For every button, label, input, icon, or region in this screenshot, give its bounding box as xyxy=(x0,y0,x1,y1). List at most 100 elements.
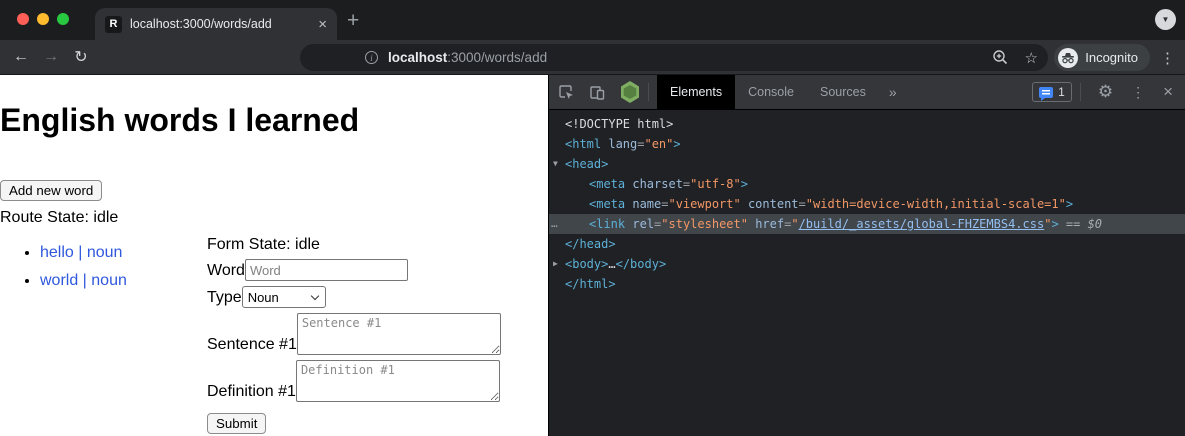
code-token: == xyxy=(1059,217,1088,231)
remix-favicon-icon: R xyxy=(105,16,122,33)
back-button[interactable]: ← xyxy=(6,48,36,66)
disclosure-arrow-icon[interactable]: ▼ xyxy=(553,154,558,174)
close-window-button[interactable] xyxy=(17,13,29,25)
code-token: /build/_assets/global-FHZEMBS4.css xyxy=(799,217,1045,231)
word-list-item: world | noun xyxy=(40,272,207,290)
code-line[interactable]: ▼ <head> xyxy=(549,154,1185,174)
code-token: = xyxy=(799,197,806,211)
code-token: content xyxy=(741,197,799,211)
device-toolbar-icon[interactable] xyxy=(589,84,606,101)
code-token: … xyxy=(608,257,615,271)
code-token: "viewport" xyxy=(668,197,740,211)
code-line[interactable]: <html lang="en"> xyxy=(549,134,1185,154)
word-list: hello | noun world | noun xyxy=(0,244,207,434)
code-token: </html> xyxy=(565,277,616,291)
tab-search-button[interactable]: ▼ xyxy=(1155,9,1176,30)
type-label: Type xyxy=(207,288,242,308)
add-word-form: Form State: idle Word Type Noun Sentence… xyxy=(207,227,501,434)
devtools-menu-icon[interactable]: ⋮ xyxy=(1122,84,1154,101)
incognito-badge: Incognito xyxy=(1054,44,1150,71)
browser-toolbar: ← → ↻ i localhost:3000/words/add ☆ xyxy=(0,40,1185,75)
code-line[interactable]: <meta charset="utf-8"> xyxy=(549,174,1185,194)
browser-tab[interactable]: R localhost:3000/words/add × xyxy=(95,8,337,40)
code-token: <meta xyxy=(589,177,625,191)
word-list-item: hello | noun xyxy=(40,244,207,262)
submit-button[interactable]: Submit xyxy=(207,413,266,434)
code-token: charset xyxy=(625,177,683,191)
devtools-settings-icon[interactable]: ⚙ xyxy=(1089,82,1122,102)
word-link[interactable]: world | noun xyxy=(40,272,127,289)
devtools-close-icon[interactable]: × xyxy=(1154,82,1185,102)
type-select-wrap: Noun xyxy=(242,286,326,308)
browser-menu-icon[interactable]: ⋮ xyxy=(1160,49,1175,67)
devtools-code: <!DOCTYPE html><html lang="en">▼<head><m… xyxy=(549,110,1185,294)
code-token: <html xyxy=(565,137,601,151)
tab-close-icon[interactable]: × xyxy=(318,17,327,32)
code-token: "width=device-width,initial-scale=1" xyxy=(806,197,1066,211)
devtools-tab-elements[interactable]: Elements xyxy=(657,75,735,109)
incognito-label: Incognito xyxy=(1085,50,1138,65)
code-token: > xyxy=(1066,197,1073,211)
form-state-text: Form State: idle xyxy=(207,236,501,254)
code-token: <meta xyxy=(589,197,625,211)
code-token: </body> xyxy=(616,257,667,271)
route-state-text: Route State: idle xyxy=(0,209,548,227)
code-line[interactable]: </html> xyxy=(549,274,1185,294)
code-line[interactable]: ▶ <body>…</body> xyxy=(549,254,1185,274)
sentence-label: Sentence #1 xyxy=(207,335,297,355)
devtools-tab-console[interactable]: Console xyxy=(735,75,807,109)
code-token: <head> xyxy=(565,157,608,171)
code-token: "stylesheet" xyxy=(661,217,748,231)
type-select[interactable]: Noun xyxy=(242,286,326,308)
add-new-word-button[interactable]: Add new word xyxy=(0,180,102,201)
line-gutter-dots-icon: … xyxy=(551,214,557,234)
toolbar-divider xyxy=(648,83,649,101)
code-token: "en" xyxy=(644,137,673,151)
url-host: localhost xyxy=(388,50,447,65)
disclosure-arrow-icon[interactable]: ▶ xyxy=(553,254,558,274)
code-token: lang xyxy=(601,137,637,151)
code-token: > xyxy=(673,137,680,151)
sentence-textarea[interactable] xyxy=(297,313,501,355)
code-line[interactable]: …<link rel="stylesheet" href="/build/_as… xyxy=(549,214,1185,234)
toolbar-divider xyxy=(1080,83,1081,101)
code-token: href xyxy=(748,217,784,231)
code-token: <link xyxy=(589,217,625,231)
word-label: Word xyxy=(207,261,245,281)
message-bubble-icon xyxy=(1039,87,1053,98)
node-devtools-icon[interactable] xyxy=(620,81,640,103)
code-line[interactable]: </head> xyxy=(549,234,1185,254)
console-messages-badge[interactable]: 1 xyxy=(1032,82,1072,102)
code-line[interactable]: <!DOCTYPE html> xyxy=(549,114,1185,134)
code-token: <!DOCTYPE html> xyxy=(565,117,673,131)
url-path: :3000/words/add xyxy=(447,50,547,65)
traffic-lights xyxy=(17,13,69,25)
page-info-icon[interactable]: i xyxy=(365,51,378,64)
code-line[interactable]: <meta name="viewport" content="width=dev… xyxy=(549,194,1185,214)
devtools-tabs: ElementsConsoleSources xyxy=(657,75,879,109)
code-token: $0 xyxy=(1088,217,1102,231)
inspect-element-icon[interactable] xyxy=(558,84,575,101)
code-token: </head> xyxy=(565,237,616,251)
maximize-window-button[interactable] xyxy=(57,13,69,25)
message-count: 1 xyxy=(1058,85,1065,99)
address-bar[interactable]: i localhost:3000/words/add ☆ xyxy=(300,44,1048,71)
url-text[interactable]: localhost:3000/words/add xyxy=(388,50,547,65)
reload-button[interactable]: ↻ xyxy=(66,47,96,67)
definition-textarea[interactable] xyxy=(296,360,500,402)
forward-button[interactable]: → xyxy=(36,48,66,66)
tab-strip: R localhost:3000/words/add × + ▼ xyxy=(0,0,1185,40)
page-title: English words I learned xyxy=(0,103,548,138)
zoom-icon[interactable] xyxy=(992,49,1009,66)
word-input[interactable] xyxy=(245,259,408,281)
more-tabs-icon[interactable]: » xyxy=(879,84,907,100)
new-tab-button[interactable]: + xyxy=(347,9,359,33)
word-link[interactable]: hello | noun xyxy=(40,244,122,261)
devtools-tab-sources[interactable]: Sources xyxy=(807,75,879,109)
code-token: <body> xyxy=(565,257,608,271)
code-token: > xyxy=(741,177,748,191)
minimize-window-button[interactable] xyxy=(37,13,49,25)
tab-title: localhost:3000/words/add xyxy=(130,17,310,31)
bookmark-star-icon[interactable]: ☆ xyxy=(1025,49,1038,67)
code-token: > xyxy=(1051,217,1058,231)
